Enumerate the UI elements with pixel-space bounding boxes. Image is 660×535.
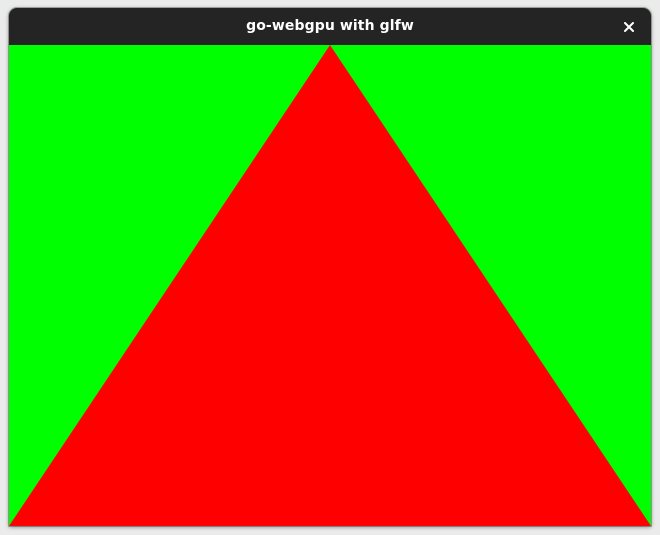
app-window: go-webgpu with glfw bbox=[9, 8, 651, 526]
window-title: go-webgpu with glfw bbox=[246, 18, 414, 34]
close-icon bbox=[624, 22, 634, 32]
title-bar[interactable]: go-webgpu with glfw bbox=[9, 8, 651, 45]
render-canvas[interactable] bbox=[9, 45, 651, 526]
close-button[interactable] bbox=[618, 16, 640, 38]
